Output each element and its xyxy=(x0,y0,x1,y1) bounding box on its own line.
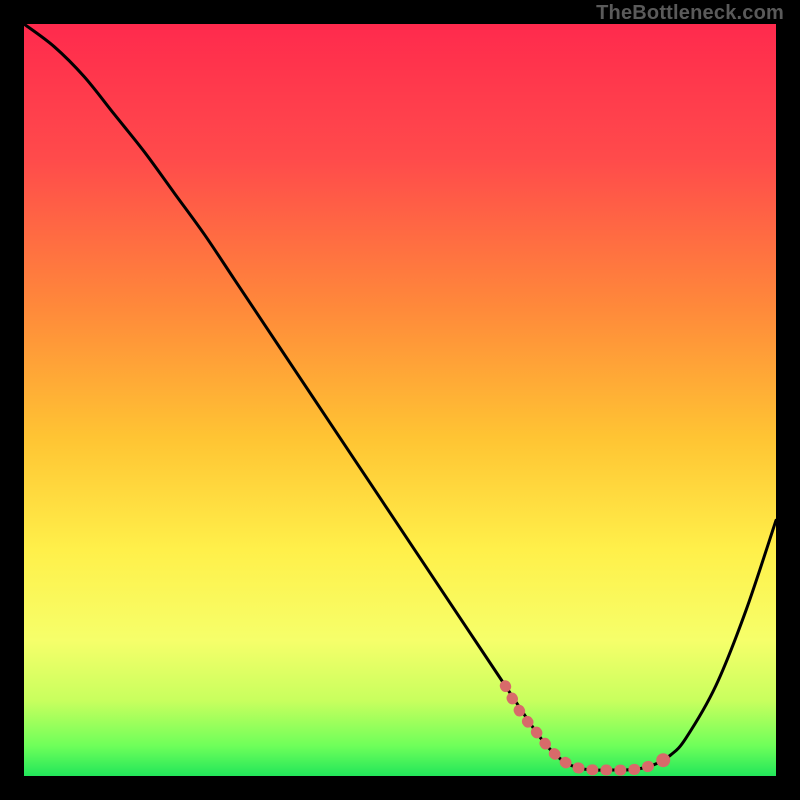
watermark-text: TheBottleneck.com xyxy=(596,2,784,25)
chart-svg xyxy=(24,24,776,776)
chart-frame: TheBottleneck.com xyxy=(0,0,800,800)
marker-end-dot xyxy=(656,753,670,767)
gradient-background xyxy=(24,24,776,776)
plot-area xyxy=(24,24,776,776)
